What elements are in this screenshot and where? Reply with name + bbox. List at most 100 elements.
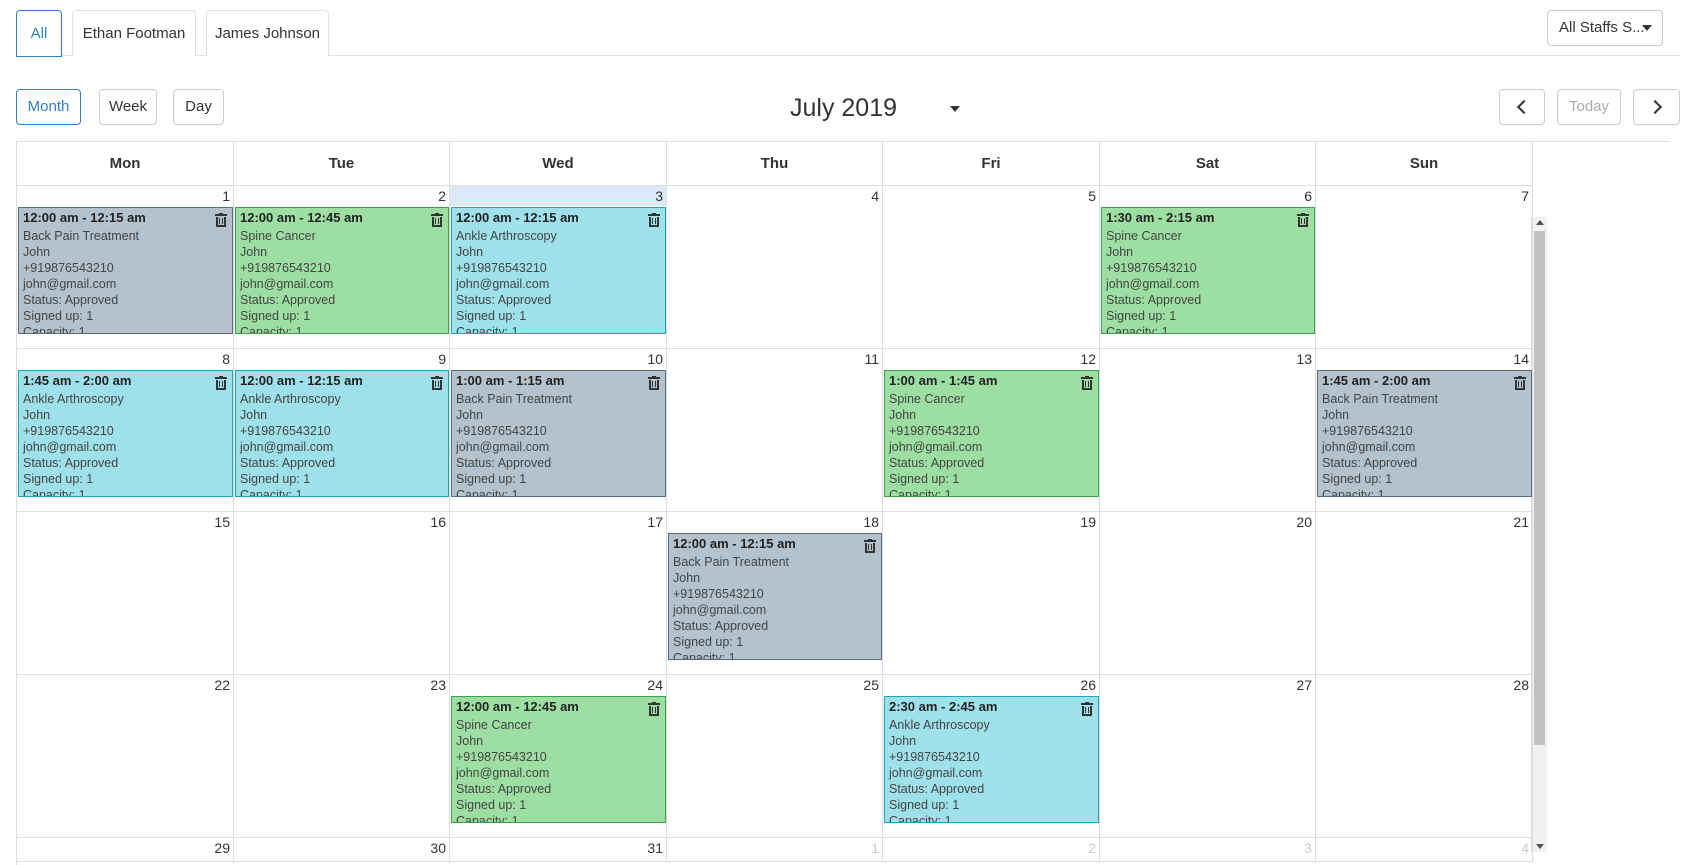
day-number[interactable]: 9 [438, 350, 446, 368]
scroll-down-icon[interactable] [1536, 844, 1544, 849]
day-number[interactable]: 7 [1521, 187, 1529, 205]
day-number[interactable]: 19 [1080, 513, 1096, 531]
day-number[interactable]: 10 [647, 350, 663, 368]
event-detail: Ankle Arthroscopy [456, 229, 557, 243]
day-number[interactable]: 14 [1513, 350, 1529, 368]
day-cell[interactable]: 13 [1100, 349, 1316, 512]
day-number[interactable]: 22 [214, 676, 230, 694]
day-cell[interactable]: 31 [450, 838, 667, 862]
trash-icon[interactable] [1081, 376, 1093, 390]
day-number[interactable]: 23 [430, 676, 446, 694]
calendar-event[interactable]: 1:00 am - 1:15 am Back Pain Treatment John… [451, 370, 666, 497]
day-number[interactable]: 3 [655, 187, 663, 205]
event-detail: +919876543210 [889, 424, 980, 438]
day-number[interactable]: 31 [647, 839, 663, 857]
day-cell[interactable]: 21 [1316, 512, 1533, 675]
day-cell[interactable]: 20 [1100, 512, 1316, 675]
day-cell[interactable]: 27 [1100, 675, 1316, 838]
day-number[interactable]: 21 [1513, 513, 1529, 531]
day-number[interactable]: 12 [1080, 350, 1096, 368]
day-number[interactable]: 28 [1513, 676, 1529, 694]
calendar-event[interactable]: 2:30 am - 2:45 am Ankle Arthroscopy John +9… [884, 696, 1099, 823]
day-number[interactable]: 3 [1304, 839, 1312, 857]
calendar-event[interactable]: 12:00 am - 12:15 am Ankle Arthroscopy John… [451, 207, 666, 334]
calendar-event[interactable]: 1:00 am - 1:45 am Spine Cancer John +919876… [884, 370, 1099, 497]
day-cell[interactable]: 29 [17, 838, 234, 862]
day-number[interactable]: 18 [863, 513, 879, 531]
day-number[interactable]: 11 [864, 350, 879, 368]
day-cell[interactable]: 5 [883, 186, 1100, 349]
day-number[interactable]: 25 [863, 676, 879, 694]
month-title-dropdown[interactable]: July 2019 [790, 92, 960, 124]
calendar-event[interactable]: 1:45 am - 2:00 am Ankle Arthroscopy John +9… [18, 370, 233, 497]
day-number[interactable]: 15 [214, 513, 230, 531]
trash-icon[interactable] [648, 702, 660, 716]
day-number[interactable]: 13 [1296, 350, 1312, 368]
next-button[interactable] [1633, 89, 1680, 125]
day-number[interactable]: 2 [438, 187, 446, 205]
calendar-event[interactable]: 12:00 am - 12:45 am Spine Cancer John +9198… [451, 696, 666, 823]
day-number[interactable]: 5 [1088, 187, 1096, 205]
trash-icon[interactable] [648, 376, 660, 390]
today-button[interactable]: Today [1557, 89, 1621, 125]
calendar-event[interactable]: 12:00 am - 12:45 am Spine Cancer John +9198… [235, 207, 449, 334]
calendar-scrollbar[interactable] [1531, 217, 1547, 852]
view-month-button[interactable]: Month [16, 89, 81, 125]
day-cell[interactable]: 19 [883, 512, 1100, 675]
trash-icon[interactable] [1514, 376, 1526, 390]
trash-icon[interactable] [431, 213, 443, 227]
calendar-event[interactable]: 12:00 am - 12:15 am Back Pain Treatment Jo… [668, 533, 882, 660]
day-number[interactable]: 8 [222, 350, 230, 368]
scrollbar-thumb[interactable] [1534, 231, 1545, 745]
trash-icon[interactable] [864, 539, 876, 553]
view-day-button[interactable]: Day [173, 89, 224, 125]
scroll-up-icon[interactable] [1536, 220, 1544, 225]
day-cell[interactable]: 17 [450, 512, 667, 675]
day-cell[interactable]: 15 [17, 512, 234, 675]
day-number[interactable]: 17 [647, 513, 663, 531]
tab-all[interactable]: All [16, 10, 62, 57]
day-cell[interactable]: 28 [1316, 675, 1533, 838]
day-number[interactable]: 29 [214, 839, 230, 857]
trash-icon[interactable] [215, 213, 227, 227]
day-cell[interactable]: 30 [234, 838, 450, 862]
day-number[interactable]: 1 [222, 187, 230, 205]
day-number[interactable]: 4 [1521, 839, 1529, 857]
day-cell[interactable]: 2 [883, 838, 1100, 862]
day-cell[interactable]: 1 [667, 838, 883, 862]
calendar-event[interactable]: 1:45 am - 2:00 am Back Pain Treatment John… [1317, 370, 1532, 497]
day-cell[interactable]: 25 [667, 675, 883, 838]
staff-select-dropdown[interactable]: All Staffs S... [1547, 10, 1663, 46]
day-number[interactable]: 6 [1304, 187, 1312, 205]
calendar-event[interactable]: 12:00 am - 12:15 am Ankle Arthroscopy John… [235, 370, 449, 497]
day-number[interactable]: 20 [1296, 513, 1312, 531]
trash-icon[interactable] [431, 376, 443, 390]
day-cell[interactable]: 4 [667, 186, 883, 349]
day-cell[interactable]: 23 [234, 675, 450, 838]
day-number[interactable]: 26 [1080, 676, 1096, 694]
day-cell[interactable]: 11 [667, 349, 883, 512]
day-number[interactable]: 2 [1088, 839, 1096, 857]
trash-icon[interactable] [1081, 702, 1093, 716]
day-number[interactable]: 24 [647, 676, 663, 694]
trash-icon[interactable] [1297, 213, 1309, 227]
calendar-event[interactable]: 12:00 am - 12:15 am Back Pain Treatment Jo… [18, 207, 233, 334]
day-cell[interactable]: 7 [1316, 186, 1533, 349]
calendar-event[interactable]: 1:30 am - 2:15 am Spine Cancer John +919876… [1101, 207, 1315, 334]
day-cell[interactable]: 22 [17, 675, 234, 838]
trash-icon[interactable] [648, 213, 660, 227]
day-number[interactable]: 1 [871, 839, 879, 857]
prev-button[interactable] [1499, 89, 1545, 125]
event-detail: Back Pain Treatment [23, 229, 140, 243]
day-cell[interactable]: 16 [234, 512, 450, 675]
view-week-button[interactable]: Week [99, 89, 157, 125]
day-number[interactable]: 27 [1296, 676, 1312, 694]
trash-icon[interactable] [215, 376, 227, 390]
day-number[interactable]: 4 [871, 187, 879, 205]
tab-james-johnson[interactable]: James Johnson [206, 10, 329, 56]
tab-ethan-footman[interactable]: Ethan Footman [72, 10, 196, 56]
day-number[interactable]: 16 [430, 513, 446, 531]
day-cell[interactable]: 3 [1100, 838, 1316, 862]
day-number[interactable]: 30 [430, 839, 446, 857]
day-cell[interactable]: 4 [1316, 838, 1533, 862]
